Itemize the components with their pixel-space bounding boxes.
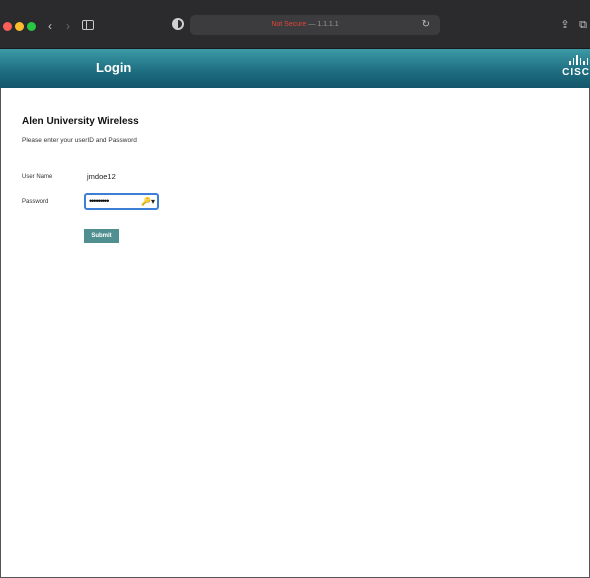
- portal-header: Login CISC: [0, 49, 590, 88]
- screen: ‹ › Not Secure — 1.1.1.1 ↻ ⇪ ⧉ Login CIS…: [0, 0, 590, 578]
- password-label: Password: [22, 199, 49, 205]
- cisco-wordmark: CISC: [562, 67, 590, 78]
- page-title: Login: [96, 60, 132, 75]
- forward-button[interactable]: ›: [60, 16, 76, 36]
- cisco-logo: CISC: [554, 55, 590, 78]
- instructions-text: Please enter your userID and Password: [22, 137, 137, 144]
- sidebar-icon[interactable]: [82, 20, 94, 30]
- frame-border-left: [0, 88, 1, 578]
- cisco-bars-icon: [554, 55, 590, 65]
- close-window-button[interactable]: [3, 22, 12, 31]
- privacy-report-icon[interactable]: [172, 18, 184, 30]
- share-icon[interactable]: ⇪: [558, 16, 572, 34]
- minimize-window-button[interactable]: [15, 22, 24, 31]
- login-content: Alen University Wireless Please enter yo…: [0, 88, 590, 578]
- submit-button[interactable]: Submit: [84, 229, 119, 243]
- tab-overview-icon[interactable]: ⧉: [576, 16, 590, 34]
- browser-toolbar: ‹ › Not Secure — 1.1.1.1 ↻ ⇪ ⧉: [0, 0, 590, 49]
- not-secure-label: Not Secure: [271, 21, 307, 28]
- address-host: — 1.1.1.1: [308, 21, 339, 28]
- username-field[interactable]: jmdoe12: [87, 172, 116, 181]
- password-field[interactable]: ••••••••• 🔑▾: [84, 193, 159, 210]
- zoom-window-button[interactable]: [27, 22, 36, 31]
- reload-icon[interactable]: ↻: [422, 18, 430, 32]
- address-text: Not Secure — 1.1.1.1: [190, 15, 420, 35]
- username-label: User Name: [22, 174, 53, 180]
- back-button[interactable]: ‹: [42, 16, 58, 36]
- network-heading: Alen University Wireless: [22, 116, 139, 127]
- password-dots: •••••••••: [89, 196, 109, 206]
- password-key-icon[interactable]: 🔑▾: [141, 195, 155, 208]
- address-bar[interactable]: Not Secure — 1.1.1.1 ↻: [190, 15, 440, 35]
